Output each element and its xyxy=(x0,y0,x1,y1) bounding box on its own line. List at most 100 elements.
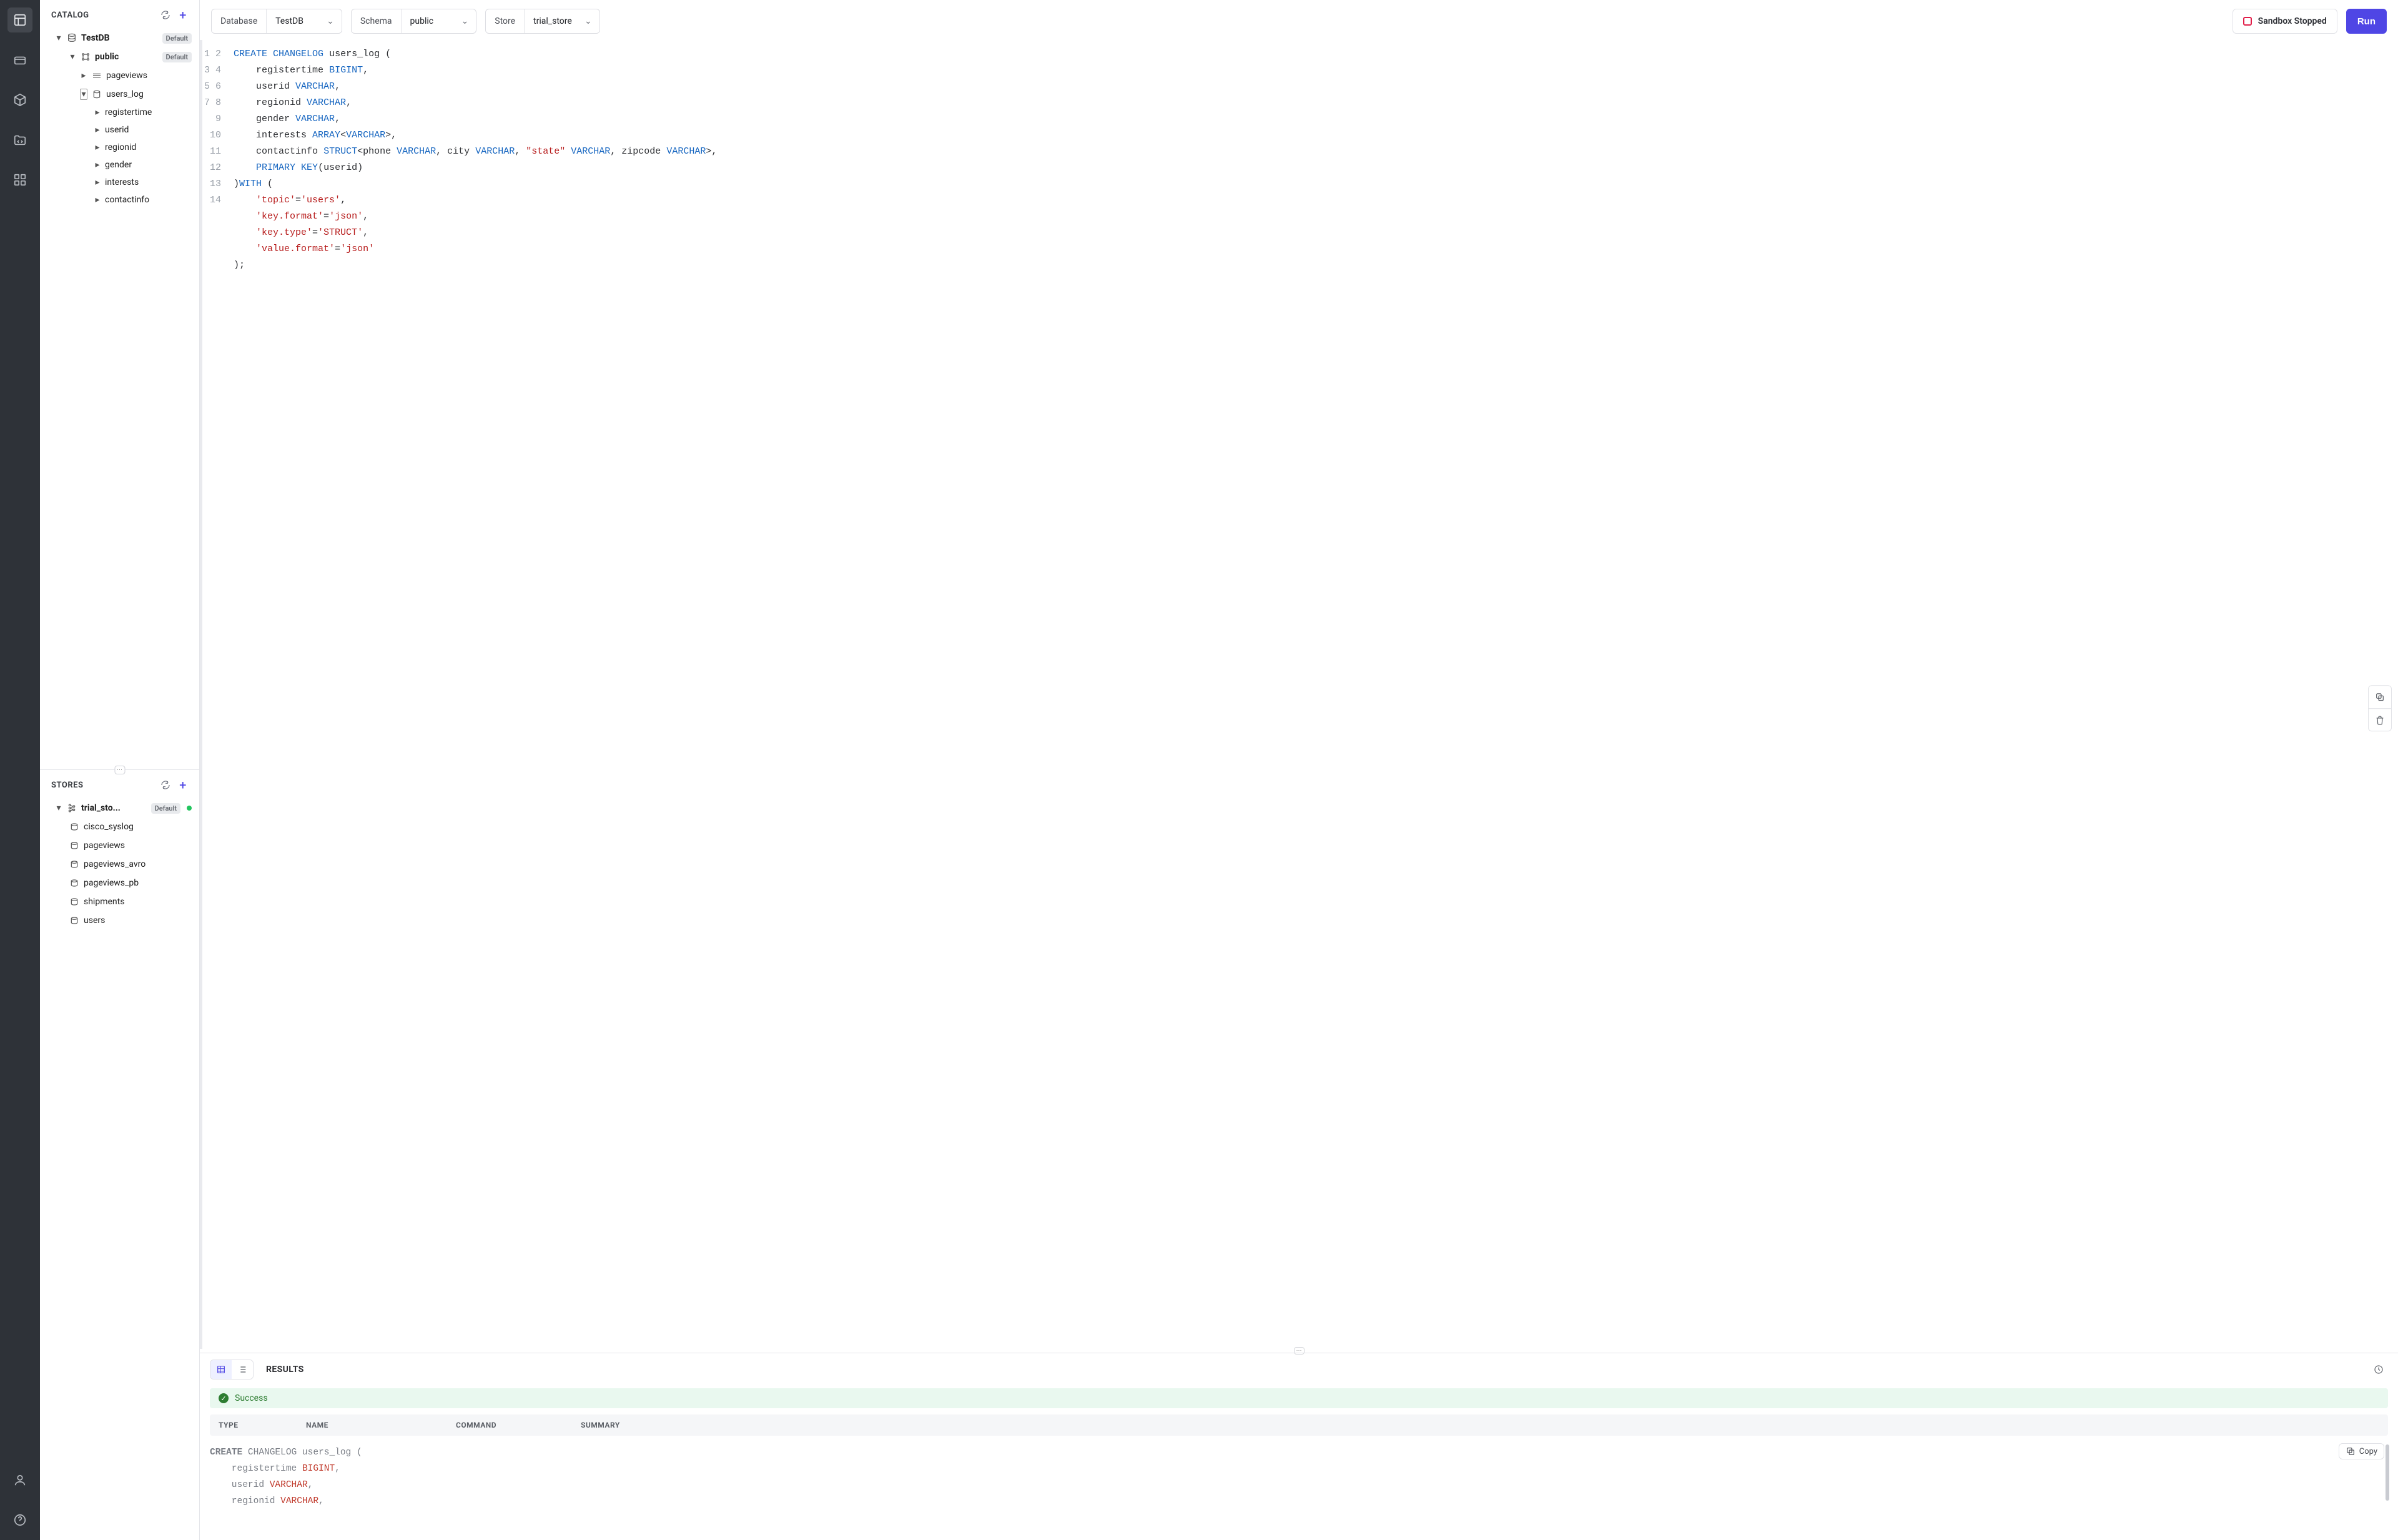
catalog-tree: ▾ TestDB Default ▾ public Default ▸ xyxy=(40,27,199,216)
caret-right-icon: ▸ xyxy=(94,160,101,170)
stores-header: STORES + xyxy=(40,770,199,797)
stores-section: STORES + ▾ trial_sto... Default cisco_sy… xyxy=(40,770,199,1540)
topic-label: users xyxy=(84,916,192,925)
col-summary: SUMMARY xyxy=(581,1421,2379,1429)
col-command: COMMAND xyxy=(456,1421,581,1429)
column-label: interests xyxy=(105,177,192,187)
nav-credentials-icon[interactable] xyxy=(7,47,32,72)
topic-label: pageviews xyxy=(84,841,192,851)
status-banner: ✓ Success xyxy=(210,1388,2388,1408)
copy-icon[interactable] xyxy=(2369,686,2391,708)
result-sql-preview: CREATE CHANGELOG users_log ( registertim… xyxy=(210,1444,2382,1509)
column-node[interactable]: ▸ userid xyxy=(44,121,195,139)
results-view-toggle xyxy=(210,1360,254,1380)
caret-right-icon: ▸ xyxy=(94,177,101,187)
caret-right-icon: ▸ xyxy=(94,142,101,152)
list-view-icon[interactable] xyxy=(232,1360,253,1379)
editor-code[interactable]: CREATE CHANGELOG users_log ( registertim… xyxy=(226,40,2398,1349)
topic-icon xyxy=(69,859,80,870)
catalog-section: CATALOG + ▾ TestDB Default ▾ public xyxy=(40,0,199,770)
copy-button[interactable]: Copy xyxy=(2339,1443,2384,1459)
check-icon: ✓ xyxy=(219,1393,229,1403)
caret-right-icon: ▸ xyxy=(80,71,87,81)
database-selector-value: TestDB xyxy=(267,9,323,33)
store-selector-value: trial_store xyxy=(525,9,581,33)
side-panel: CATALOG + ▾ TestDB Default ▾ public xyxy=(40,0,200,1540)
sandbox-status[interactable]: Sandbox Stopped xyxy=(2233,9,2337,34)
topic-node[interactable]: cisco_syslog xyxy=(44,817,195,836)
status-dot-icon xyxy=(187,806,192,811)
topic-label: pageviews_avro xyxy=(84,859,192,869)
catalog-header: CATALOG + xyxy=(40,0,199,27)
store-selector-label: Store xyxy=(486,9,525,33)
stream-icon xyxy=(91,70,102,81)
db-node[interactable]: ▾ TestDB Default xyxy=(44,29,195,47)
database-selector-label: Database xyxy=(212,9,267,33)
sql-editor[interactable]: 1 2 3 4 5 6 7 8 9 10 11 12 13 14 CREATE … xyxy=(200,40,2398,1349)
store-node[interactable]: ▾ trial_sto... Default xyxy=(44,799,195,817)
default-badge: Default xyxy=(162,33,192,44)
stores-refresh-icon[interactable] xyxy=(157,776,174,794)
chevron-down-icon[interactable]: ⌄ xyxy=(581,9,600,33)
caret-right-icon: ▸ xyxy=(94,125,101,135)
scrollbar[interactable] xyxy=(2386,1444,2389,1501)
chevron-down-icon[interactable]: ⌄ xyxy=(458,9,476,33)
run-button[interactable]: Run xyxy=(2346,9,2387,34)
nav-user-icon[interactable] xyxy=(7,1468,32,1493)
topic-node[interactable]: pageviews xyxy=(44,836,195,855)
schema-selector-value: public xyxy=(402,9,458,33)
kafka-icon xyxy=(66,802,77,814)
schema-icon xyxy=(80,51,91,62)
database-selector[interactable]: Database TestDB ⌄ xyxy=(211,9,342,34)
topic-icon xyxy=(69,840,80,851)
grid-view-icon[interactable] xyxy=(210,1360,232,1379)
column-node[interactable]: ▸gender xyxy=(44,156,195,174)
results-panel: RESULTS ✓ Success TYPE NAME COMMAND SUMM… xyxy=(200,1353,2398,1540)
caret-down-icon: ▾ xyxy=(69,52,76,62)
results-body: Copy CREATE CHANGELOG users_log ( regist… xyxy=(210,1444,2388,1509)
column-node[interactable]: ▸regionid xyxy=(44,139,195,156)
column-node[interactable]: ▸ interests xyxy=(44,174,195,191)
caret-right-icon: ▸ xyxy=(94,195,101,205)
table-node-pageviews[interactable]: ▸ pageviews xyxy=(44,66,195,85)
table-label: users_log xyxy=(106,89,192,99)
toolbar: Database TestDB ⌄ Schema public ⌄ Store … xyxy=(200,0,2398,40)
chevron-down-icon[interactable]: ⌄ xyxy=(323,9,342,33)
catalog-add-icon[interactable]: + xyxy=(174,6,192,24)
topic-label: shipments xyxy=(84,897,192,907)
column-node[interactable]: ▸contactinfo xyxy=(44,191,195,209)
nav-code-folder-icon[interactable] xyxy=(7,127,32,152)
nav-rail xyxy=(0,0,40,1540)
column-node[interactable]: ▸registertime xyxy=(44,104,195,121)
catalog-refresh-icon[interactable] xyxy=(157,6,174,24)
catalog-title: CATALOG xyxy=(51,11,89,20)
editor-gutter: 1 2 3 4 5 6 7 8 9 10 11 12 13 14 xyxy=(200,40,226,1349)
history-icon[interactable] xyxy=(2369,1360,2388,1379)
topic-icon xyxy=(69,821,80,832)
schema-selector[interactable]: Schema public ⌄ xyxy=(351,9,476,34)
sandbox-status-label: Sandbox Stopped xyxy=(2258,16,2327,26)
caret-down-icon: ▾ xyxy=(80,89,87,100)
copy-label: Copy xyxy=(2359,1447,2377,1456)
trash-icon[interactable] xyxy=(2369,708,2391,731)
nav-help-icon[interactable] xyxy=(7,1508,32,1533)
results-bar: RESULTS xyxy=(200,1353,2398,1383)
nav-apps-icon[interactable] xyxy=(7,167,32,192)
changelog-icon xyxy=(91,89,102,100)
table-node-userslog[interactable]: ▾ users_log xyxy=(44,85,195,104)
col-type: TYPE xyxy=(219,1421,306,1429)
topic-node[interactable]: shipments xyxy=(44,892,195,911)
nav-workspace-icon[interactable] xyxy=(7,7,32,32)
topic-node[interactable]: users xyxy=(44,911,195,930)
topic-node[interactable]: pageviews_pb xyxy=(44,874,195,892)
topic-node[interactable]: pageviews_avro xyxy=(44,855,195,874)
column-label: userid xyxy=(105,125,192,135)
topic-icon xyxy=(69,877,80,889)
results-table-header: TYPE NAME COMMAND SUMMARY xyxy=(210,1414,2388,1436)
nav-cube-icon[interactable] xyxy=(7,87,32,112)
store-label: trial_sto... xyxy=(81,803,147,813)
schema-node[interactable]: ▾ public Default xyxy=(44,47,195,66)
stores-add-icon[interactable]: + xyxy=(174,776,192,794)
table-label: pageviews xyxy=(106,71,192,81)
store-selector[interactable]: Store trial_store ⌄ xyxy=(485,9,600,34)
